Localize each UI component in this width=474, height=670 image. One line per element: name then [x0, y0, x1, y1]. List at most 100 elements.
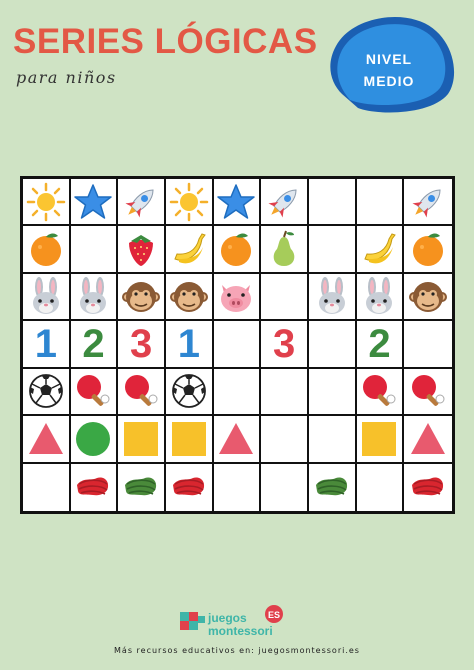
- number-2: 2: [368, 321, 391, 366]
- grid-cell-empty: [213, 321, 262, 369]
- banana-icon: [169, 229, 209, 269]
- banana-icon: [359, 229, 399, 269]
- grid-cell: [404, 369, 452, 417]
- strawberry-icon: [121, 229, 161, 269]
- pingpong-icon: [73, 371, 113, 411]
- grid-cell-empty: [23, 463, 71, 511]
- grid-cell: [166, 273, 214, 322]
- grid-cell-empty: [213, 368, 262, 417]
- rabbit-icon: [312, 276, 352, 317]
- grid-cell: [23, 273, 71, 322]
- grid-cell-empty: [357, 463, 405, 511]
- grid-cell: [166, 179, 214, 227]
- grid-cell: [118, 179, 166, 227]
- triangle-icon: [408, 419, 448, 459]
- grid-cell: [23, 179, 71, 227]
- pingpong-icon: [359, 371, 399, 411]
- star-icon: [216, 182, 256, 222]
- sun-icon: [169, 182, 209, 222]
- soccer-icon: [26, 371, 66, 411]
- pingpong-icon: [121, 371, 161, 411]
- grid-cell: [356, 226, 405, 274]
- number-1: 1: [34, 321, 57, 366]
- grid-cell: [166, 226, 214, 274]
- grid-cell: [70, 179, 119, 227]
- sun-icon: [26, 182, 66, 222]
- red-scribble-icon: [169, 467, 209, 507]
- rabbit-icon: [359, 276, 399, 317]
- grid-cell: [356, 416, 405, 464]
- rabbit-icon: [73, 276, 113, 317]
- number-1: 1: [177, 321, 200, 366]
- grid-cell: 3: [118, 321, 166, 369]
- square-icon: [121, 419, 161, 459]
- number-2: 2: [82, 321, 105, 366]
- level-badge-label: NIVEL MEDIO: [334, 48, 444, 92]
- grid-cell: 1: [166, 321, 214, 369]
- grid-cell: [404, 464, 452, 511]
- monkey-icon: [169, 277, 209, 317]
- grid-cell: [71, 463, 119, 511]
- green-scribble-icon: [121, 467, 161, 507]
- grid-cell: [213, 273, 262, 322]
- triangle-icon: [216, 419, 256, 459]
- orange-icon: [408, 229, 448, 269]
- page-title: SERIES LÓGICAS: [13, 22, 318, 61]
- orange-icon: [216, 229, 256, 269]
- rocket-icon: [408, 182, 448, 222]
- grid-cell: 1: [23, 321, 71, 369]
- grid-cell: [23, 226, 71, 274]
- grid-cell: [404, 226, 452, 274]
- red-scribble-icon: [73, 467, 113, 507]
- footer-text: Más recursos educativos en: juegosmontes…: [114, 646, 360, 655]
- number-3: 3: [130, 321, 153, 366]
- grid-cell: [70, 273, 119, 322]
- monkey-icon: [408, 277, 448, 317]
- grid-cell: [356, 273, 405, 322]
- grid-cell-empty: [309, 321, 357, 369]
- grid-cell: [404, 179, 452, 227]
- star-icon: [73, 182, 113, 222]
- grid-cell-empty: [214, 463, 262, 511]
- number-3: 3: [273, 321, 296, 366]
- grid-cell-empty: [261, 368, 309, 417]
- grid-cell: [166, 463, 214, 511]
- triangle-icon: [26, 419, 66, 459]
- grid-cell-empty: [404, 321, 452, 369]
- grid-cell: [309, 273, 357, 322]
- grid-cell: [309, 463, 357, 511]
- logo-line1: juegos: [207, 611, 247, 625]
- grid-cell-empty: [356, 179, 405, 227]
- grid-cell: [261, 226, 309, 274]
- rocket-icon: [121, 182, 161, 222]
- grid-cell: 2: [70, 321, 119, 369]
- grid-cell: [118, 273, 166, 322]
- grid-cell: [23, 368, 71, 417]
- grid-cell: [118, 416, 166, 464]
- logo-line2: montessori: [208, 624, 273, 638]
- grid-cell: [166, 416, 214, 464]
- grid-cell: [213, 416, 262, 464]
- soccer-icon: [169, 371, 209, 411]
- grid-cell: [356, 368, 405, 417]
- grid-cell: [404, 274, 452, 322]
- square-icon: [359, 419, 399, 459]
- rocket-icon: [264, 182, 304, 222]
- grid-cell-empty: [309, 226, 357, 274]
- pingpong-icon: [408, 371, 448, 411]
- red-scribble-icon: [408, 467, 448, 507]
- grid-cell: [213, 179, 262, 227]
- green-scribble-icon: [312, 467, 352, 507]
- series-grid: 123132: [20, 176, 455, 514]
- grid-cell: [23, 416, 71, 464]
- grid-cell-empty: [261, 416, 309, 464]
- pear-icon: [264, 229, 304, 269]
- grid-cell: 3: [261, 321, 309, 369]
- grid-cell: 2: [356, 321, 405, 369]
- logo-badge: ES: [268, 610, 280, 620]
- grid-cell: [70, 416, 119, 464]
- rabbit-icon: [26, 276, 66, 317]
- grid-cell-empty: [70, 226, 119, 274]
- juegos-montessori-logo: juegos montessori ES: [180, 605, 283, 638]
- grid-cell-empty: [261, 273, 309, 322]
